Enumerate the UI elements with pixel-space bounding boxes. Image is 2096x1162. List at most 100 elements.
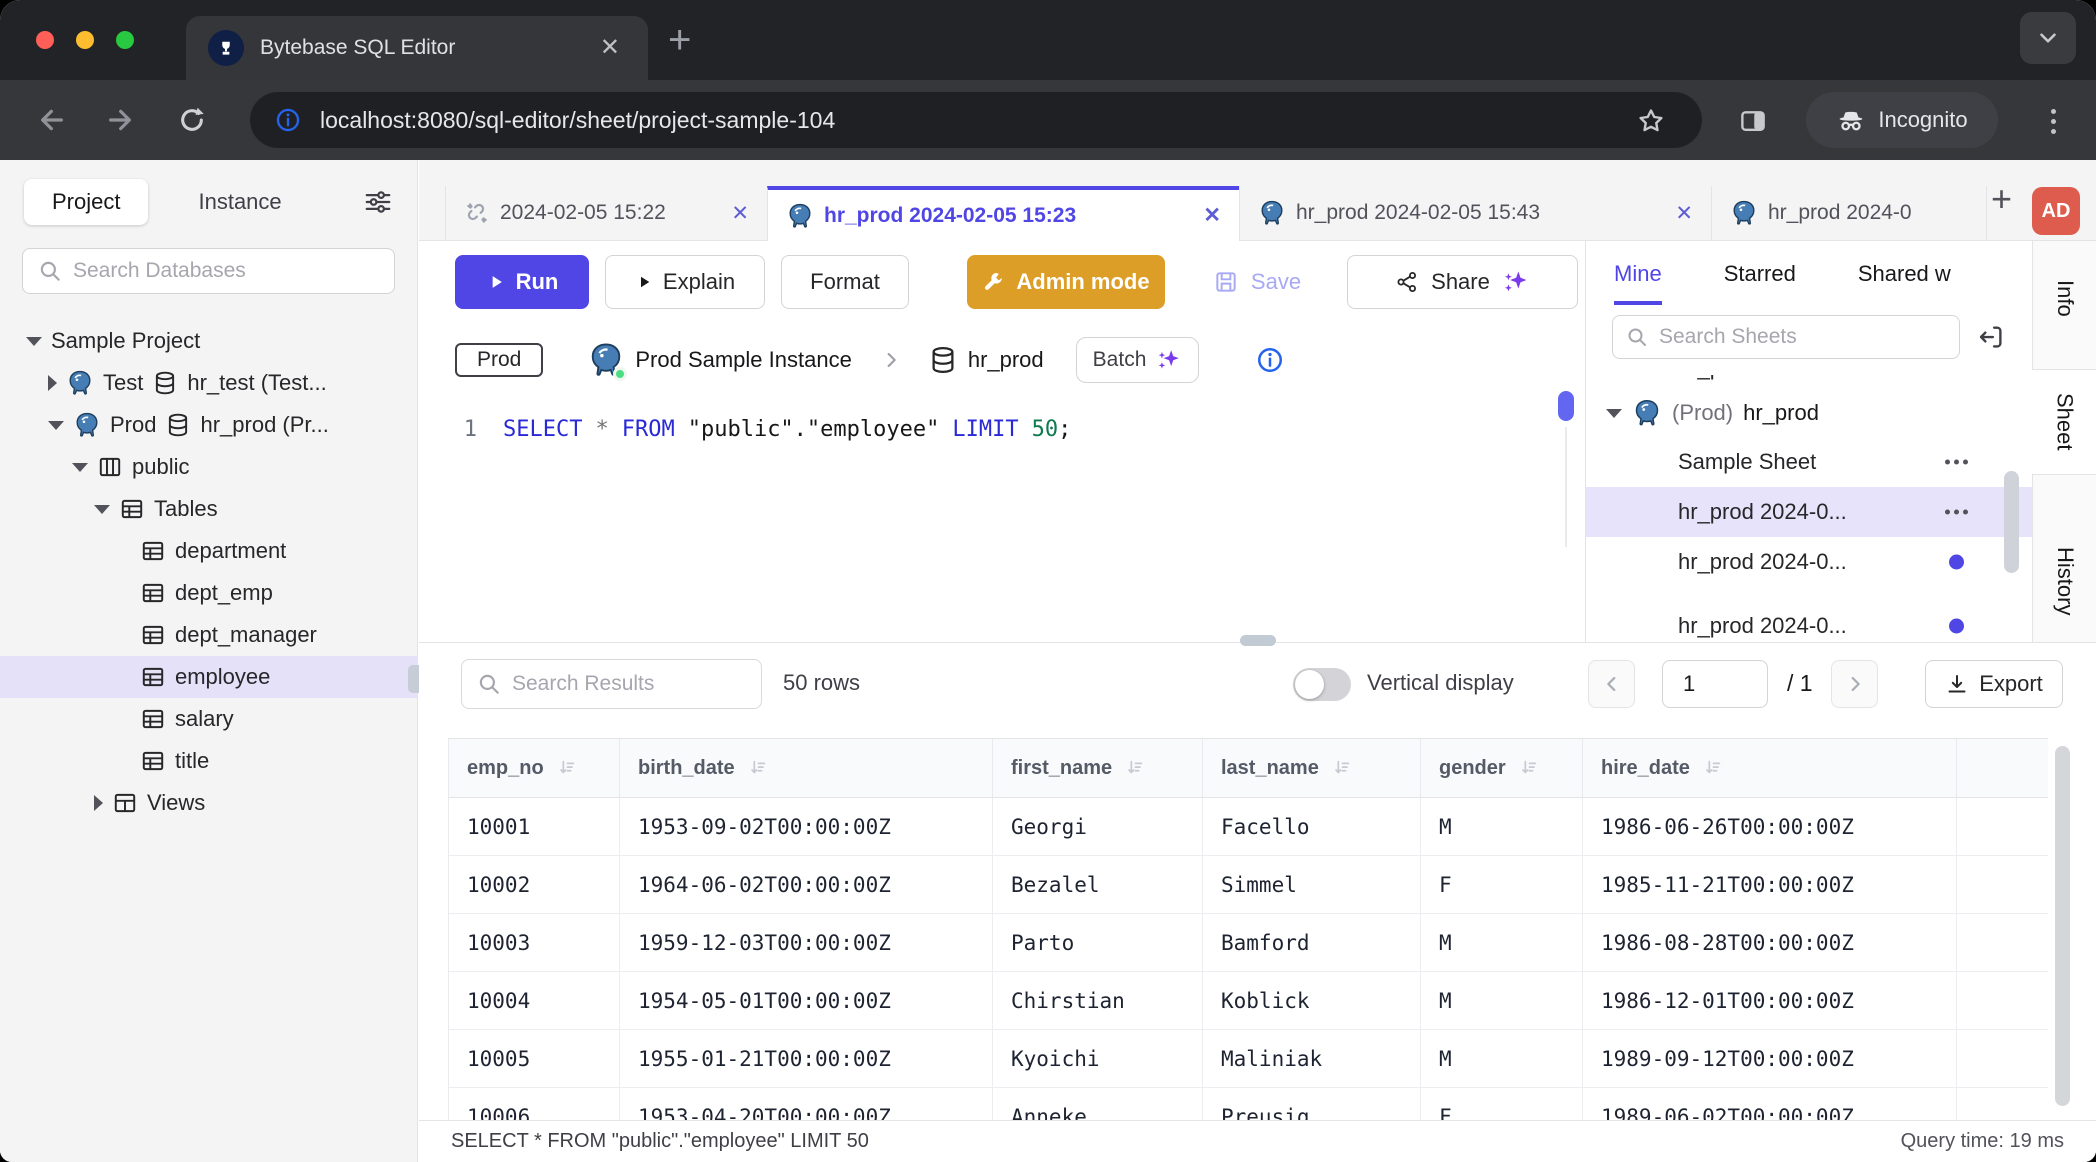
cell[interactable]: Bamford: [1203, 914, 1421, 972]
database-name[interactable]: hr_prod: [968, 347, 1044, 373]
cell[interactable]: Chirstian: [993, 972, 1203, 1030]
run-button[interactable]: Run: [455, 255, 589, 309]
editor-scrollbar-thumb[interactable]: [1558, 391, 1574, 421]
forward-icon[interactable]: [104, 104, 136, 136]
caret-down-icon[interactable]: [26, 337, 42, 346]
cell[interactable]: Parto: [993, 914, 1203, 972]
table-scrollbar-thumb[interactable]: [2055, 746, 2070, 1106]
cell[interactable]: Simmel: [1203, 856, 1421, 914]
side-tab-info[interactable]: Info: [2033, 255, 2096, 341]
browser-new-tab-button[interactable]: +: [668, 18, 691, 62]
traffic-minimize-button[interactable]: [76, 31, 94, 49]
tree-item-test-db[interactable]: Test hr_test (Test...: [0, 362, 417, 404]
tree-item-tables-group[interactable]: Tables: [0, 488, 417, 530]
cell[interactable]: Georgi: [993, 798, 1203, 856]
share-button[interactable]: Share: [1347, 255, 1578, 309]
explain-button[interactable]: Explain: [605, 255, 765, 309]
tab-search-chevron-button[interactable]: [2020, 12, 2076, 64]
tab-instance[interactable]: Instance: [198, 189, 281, 215]
column-header[interactable]: last_name: [1203, 738, 1421, 798]
cell[interactable]: Preusig: [1203, 1088, 1421, 1121]
vertical-display-toggle[interactable]: [1293, 668, 1351, 701]
caret-right-icon[interactable]: [48, 375, 57, 391]
caret-down-icon[interactable]: [72, 463, 88, 472]
column-header[interactable]: emp_no: [448, 738, 620, 798]
tab-project[interactable]: Project: [24, 179, 148, 225]
browser-tab-close-icon[interactable]: ✕: [594, 34, 626, 62]
cell[interactable]: 1953-04-20T00:00:00Z: [620, 1088, 993, 1121]
sheet-item-unsaved-1[interactable]: hr_prod 2024-0...: [1586, 537, 2032, 587]
table-row[interactable]: 100041954-05-01T00:00:00ZChirstianKoblic…: [448, 972, 2048, 1030]
cell[interactable]: 1954-05-01T00:00:00Z: [620, 972, 993, 1030]
cell[interactable]: Anneke: [993, 1088, 1203, 1121]
tree-item-table-employee[interactable]: employee: [0, 656, 417, 698]
sheet-item-sample-sheet[interactable]: Sample Sheet: [1586, 437, 2032, 487]
admin-mode-button[interactable]: Admin mode: [967, 255, 1165, 309]
cell[interactable]: 1959-12-03T00:00:00Z: [620, 914, 993, 972]
traffic-maximize-button[interactable]: [116, 31, 134, 49]
tree-item-prod-db[interactable]: Prod hr_prod (Pr...: [0, 404, 417, 446]
caret-down-icon[interactable]: [48, 421, 64, 430]
ai-sparkle-icon[interactable]: [1502, 268, 1530, 296]
results-search-input[interactable]: [512, 672, 747, 696]
cell[interactable]: F: [1421, 1088, 1583, 1121]
table-row[interactable]: 100031959-12-03T00:00:00ZPartoBamfordM19…: [448, 914, 2048, 972]
sheet-item-unsaved-2[interactable]: hr_prod 2024-0...: [1586, 601, 2032, 642]
column-header[interactable]: first_name: [993, 738, 1203, 798]
cell[interactable]: 1986-08-28T00:00:00Z: [1583, 914, 1957, 972]
cell[interactable]: 1953-09-02T00:00:00Z: [620, 798, 993, 856]
tree-item-views-group[interactable]: Views: [0, 782, 417, 824]
save-button[interactable]: Save: [1197, 255, 1317, 309]
cell[interactable]: F: [1421, 856, 1583, 914]
sheet-list-scrollbar-thumb[interactable]: [2004, 471, 2019, 573]
cell[interactable]: 1955-01-21T00:00:00Z: [620, 1030, 993, 1088]
url-text[interactable]: localhost:8080/sql-editor/sheet/project-…: [320, 107, 835, 134]
database-search-input[interactable]: [73, 259, 380, 283]
cell[interactable]: 10006: [448, 1088, 620, 1121]
column-header[interactable]: birth_date: [620, 738, 993, 798]
next-page-button[interactable]: [1831, 660, 1878, 708]
side-tab-sheet-active[interactable]: Sheet: [2032, 369, 2096, 475]
tree-item-table-dept-emp[interactable]: dept_emp: [0, 572, 417, 614]
cell[interactable]: 1986-06-26T00:00:00Z: [1583, 798, 1957, 856]
cell[interactable]: M: [1421, 914, 1583, 972]
more-menu-icon[interactable]: [1945, 460, 1968, 465]
column-header[interactable]: gender: [1421, 738, 1583, 798]
cell[interactable]: 1964-06-02T00:00:00Z: [620, 856, 993, 914]
page-number-input[interactable]: [1662, 660, 1768, 708]
tab-shared[interactable]: Shared w: [1858, 261, 1951, 305]
results-resize-handle[interactable]: [1240, 635, 1276, 646]
reload-icon[interactable]: [176, 104, 208, 136]
export-button[interactable]: Export: [1925, 660, 2063, 708]
prev-page-button[interactable]: [1588, 660, 1635, 708]
site-info-icon[interactable]: [274, 106, 302, 134]
browser-tab[interactable]: Bytebase SQL Editor ✕: [186, 16, 648, 80]
side-panel-icon[interactable]: [1738, 106, 1768, 136]
format-button[interactable]: Format: [781, 255, 909, 309]
column-header[interactable]: hire_date: [1583, 738, 1957, 798]
tree-item-table-salary[interactable]: salary: [0, 698, 417, 740]
instance-name[interactable]: Prod Sample Instance: [635, 347, 851, 373]
close-tab-icon[interactable]: ✕: [731, 201, 749, 226]
table-row[interactable]: 100011953-09-02T00:00:00ZGeorgiFacelloM1…: [448, 798, 2048, 856]
sort-icon[interactable]: [747, 757, 769, 779]
cell[interactable]: 10003: [448, 914, 620, 972]
bookmark-star-icon[interactable]: [1636, 106, 1666, 136]
tab-starred[interactable]: Starred: [1724, 261, 1796, 305]
caret-down-icon[interactable]: [94, 505, 110, 514]
tree-item-table-dept-manager[interactable]: dept_manager: [0, 614, 417, 656]
cell[interactable]: Maliniak: [1203, 1030, 1421, 1088]
table-row[interactable]: 100021964-06-02T00:00:00ZBezalelSimmelF1…: [448, 856, 2048, 914]
results-search-box[interactable]: [461, 659, 762, 709]
cell[interactable]: Facello: [1203, 798, 1421, 856]
caret-down-icon[interactable]: [1606, 409, 1622, 418]
sheet-search-input[interactable]: [1659, 325, 1947, 349]
tab-mine[interactable]: Mine: [1614, 261, 1662, 305]
new-worksheet-button[interactable]: +: [1991, 178, 2012, 220]
sort-icon[interactable]: [556, 757, 578, 779]
sort-icon[interactable]: [1702, 757, 1724, 779]
cell[interactable]: 1986-12-01T00:00:00Z: [1583, 972, 1957, 1030]
tree-item-schema-public[interactable]: public: [0, 446, 417, 488]
more-menu-icon[interactable]: [1945, 510, 1968, 515]
cell[interactable]: M: [1421, 798, 1583, 856]
